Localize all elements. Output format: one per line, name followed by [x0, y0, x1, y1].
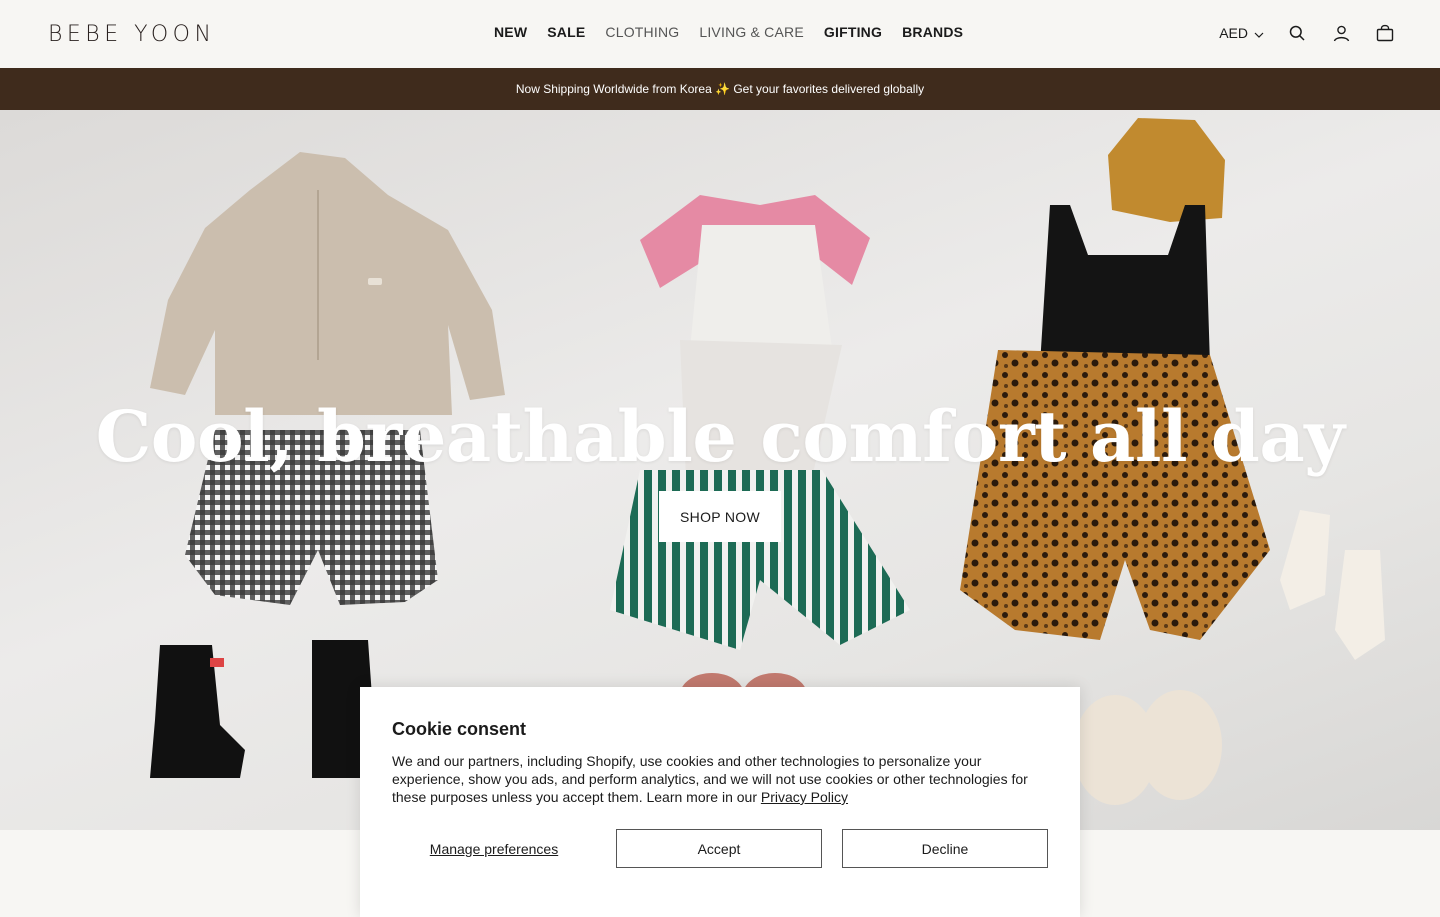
shop-now-button[interactable]: SHOP NOW	[659, 491, 781, 542]
main-nav: NEW SALE CLOTHING LIVING & CARE GIFTING …	[494, 24, 963, 40]
privacy-policy-link[interactable]: Privacy Policy	[761, 789, 848, 805]
announcement-bar: Now Shipping Worldwide from Korea ✨ Get …	[0, 68, 1440, 110]
nav-item-brands[interactable]: BRANDS	[902, 24, 963, 40]
nav-item-living-care[interactable]: LIVING & CARE	[699, 24, 804, 40]
announcement-text: Now Shipping Worldwide from Korea ✨ Get …	[515, 82, 925, 96]
accept-button[interactable]: Accept	[616, 829, 822, 868]
currency-label: AED	[1219, 25, 1248, 41]
cookie-body: We and our partners, including Shopify, …	[392, 752, 1042, 806]
logo[interactable]: BEBE YOON	[48, 22, 215, 47]
cookie-title: Cookie consent	[392, 719, 527, 739]
site-header: BEBE YOON NEW SALE CLOTHING LIVING & CAR…	[0, 0, 1440, 68]
account-icon[interactable]	[1330, 22, 1352, 44]
cart-icon[interactable]	[1374, 22, 1396, 44]
cookie-actions: Manage preferences Accept Decline	[392, 829, 1048, 868]
cookie-consent-dialog: Cookie consent We and our partners, incl…	[360, 687, 1080, 917]
nav-item-gifting[interactable]: GIFTING	[824, 24, 882, 40]
search-icon[interactable]	[1286, 22, 1308, 44]
chevron-down-icon	[1254, 25, 1264, 41]
decline-button[interactable]: Decline	[842, 829, 1048, 868]
manage-preferences-button[interactable]: Manage preferences	[392, 829, 596, 868]
header-tools: AED	[1219, 22, 1396, 44]
nav-item-clothing[interactable]: CLOTHING	[605, 24, 679, 40]
nav-item-sale[interactable]: SALE	[547, 24, 585, 40]
hero-title: Cool, breathable comfort all day	[95, 395, 1345, 478]
nav-item-new[interactable]: NEW	[494, 24, 527, 40]
cookie-body-text: We and our partners, including Shopify, …	[392, 753, 1028, 805]
currency-selector[interactable]: AED	[1219, 25, 1264, 41]
